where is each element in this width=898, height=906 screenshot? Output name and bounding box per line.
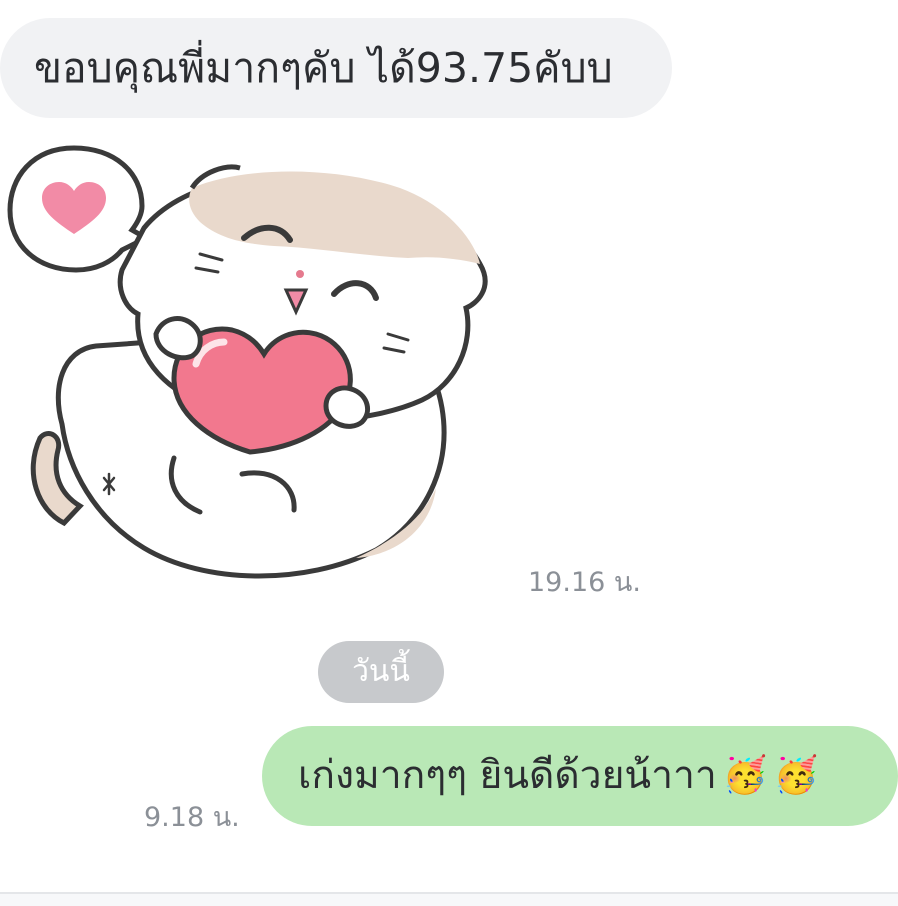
cat-hugging-heart-sticker-icon[interactable] (4, 138, 494, 594)
outgoing-message-time: 9.18 น. (144, 802, 240, 833)
speech-bubble-heart-icon (7, 145, 152, 273)
incoming-message-text: ขอบคุณพี่มากๆคับ ได้93.75คับบ (34, 44, 613, 92)
party-face-icon: 🥳 (722, 755, 768, 796)
outgoing-message-bubble[interactable]: เก่งมากๆๆ ยินดีด้วยน้าาา 🥳 🥳 (262, 726, 898, 826)
date-separator-chip: วันนี้ (318, 641, 444, 703)
party-face-icon: 🥳 (773, 755, 819, 796)
incoming-message-time: 19.16 น. (528, 567, 641, 598)
outgoing-message-text: เก่งมากๆๆ ยินดีด้วยน้าาา (298, 753, 717, 798)
message-input-bar-edge (0, 892, 898, 906)
incoming-message-bubble[interactable]: ขอบคุณพี่มากๆคับ ได้93.75คับบ (0, 18, 672, 118)
chat-view: ขอบคุณพี่มากๆคับ ได้93.75คับบ 19.16 น. ว… (0, 0, 898, 906)
